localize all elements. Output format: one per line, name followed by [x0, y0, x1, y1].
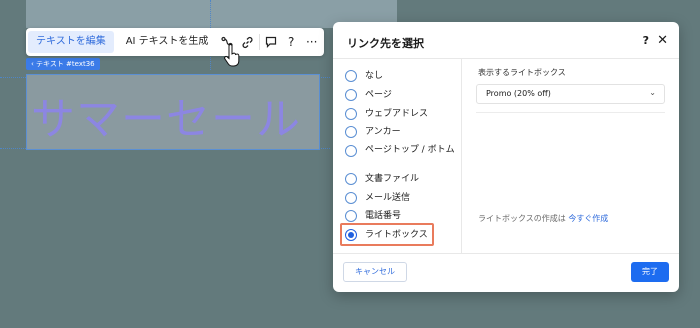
radio-button[interactable]	[345, 145, 357, 157]
lightbox-field-label: 表示するライトボックス	[478, 68, 566, 77]
dialog-footer-divider	[333, 253, 679, 254]
dialog-close-icon[interactable]: ✕	[657, 33, 668, 48]
option-label: ウェブアドレス	[365, 109, 429, 119]
option-page[interactable]: ページ	[345, 89, 392, 101]
option-phone[interactable]: 電話番号	[345, 210, 401, 222]
option-email[interactable]: メール送信	[345, 192, 410, 204]
radio-button[interactable]	[345, 173, 357, 185]
ai-text-button[interactable]: AI テキストを生成	[118, 31, 217, 53]
dialog-help-icon[interactable]: ?	[643, 34, 649, 47]
comment-icon[interactable]	[260, 31, 281, 53]
help-icon[interactable]: ?	[281, 31, 302, 53]
heading-text: サマーセール	[31, 94, 301, 145]
option-page-top-bottom[interactable]: ページトップ / ボトム	[345, 145, 455, 157]
selection-highlight-box	[340, 223, 434, 246]
comment-icon-svg	[265, 36, 276, 48]
radio-button[interactable]	[345, 89, 357, 101]
option-label: なし	[365, 71, 384, 81]
radio-button[interactable]	[345, 210, 357, 222]
text-toolbar: テキストを編集 AI テキストを生成 ? ···	[26, 28, 324, 56]
more-icon[interactable]: ···	[301, 31, 322, 53]
option-label: メール送信	[365, 193, 411, 203]
edit-text-button[interactable]: テキストを編集	[28, 31, 114, 53]
link-dialog: リンク先を選択 ? ✕ なし ページ ウェブアドレス アンカー ページトップ /…	[333, 22, 679, 292]
selected-text-element[interactable]: サマーセール	[26, 74, 320, 150]
right-panel-divider	[476, 112, 665, 113]
option-label: ページトップ / ボトム	[365, 145, 455, 155]
hand-cursor-icon	[224, 44, 240, 67]
option-label: アンカー	[365, 127, 401, 137]
option-anchor[interactable]: アンカー	[345, 126, 401, 138]
option-none[interactable]: なし	[345, 70, 383, 82]
dialog-title: リンク先を選択	[347, 37, 424, 50]
done-button[interactable]: 完了	[631, 262, 669, 282]
chevron-down-icon: ⌄	[649, 88, 656, 97]
radio-button[interactable]	[345, 70, 357, 82]
toolbar-divider	[258, 34, 260, 50]
cancel-button[interactable]: キャンセル	[343, 262, 407, 282]
option-label: ページ	[365, 90, 392, 100]
create-lightbox-hint: ライトボックスの作成は 今すぐ作成	[478, 213, 608, 224]
element-tag[interactable]: ‹ テキスト #text36	[26, 58, 100, 70]
option-web-address[interactable]: ウェブアドレス	[345, 108, 428, 120]
create-now-link[interactable]: 今すぐ作成	[568, 214, 608, 223]
radio-button[interactable]	[345, 126, 357, 138]
option-label: 電話番号	[365, 211, 402, 221]
dropdown-value: Promo (20% off)	[486, 89, 551, 98]
dialog-column-divider	[461, 59, 462, 253]
option-document[interactable]: 文書ファイル	[345, 173, 419, 185]
hint-text: ライトボックスの作成は	[478, 214, 566, 223]
option-label: 文書ファイル	[365, 174, 420, 184]
dialog-header-divider	[333, 58, 679, 59]
radio-button[interactable]	[345, 192, 357, 204]
lightbox-dropdown[interactable]: Promo (20% off) ⌄	[476, 84, 665, 104]
link-icon-svg	[242, 36, 253, 48]
radio-button[interactable]	[345, 108, 357, 120]
